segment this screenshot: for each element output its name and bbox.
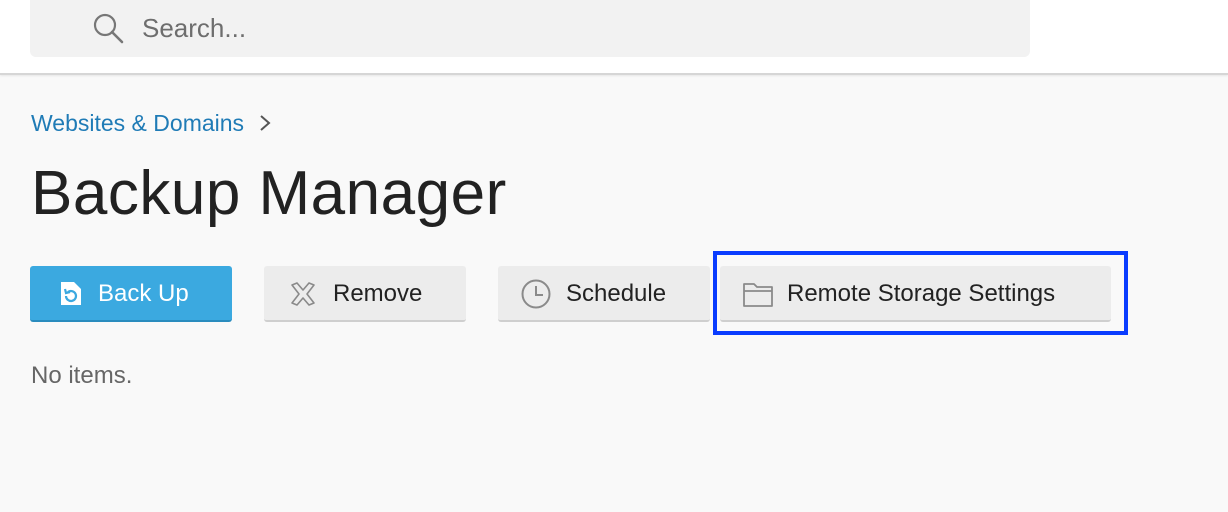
schedule-button[interactable]: Schedule bbox=[498, 266, 710, 322]
search-box[interactable] bbox=[30, 0, 1030, 57]
close-icon bbox=[291, 282, 315, 306]
remove-label: Remove bbox=[333, 280, 423, 307]
search-icon bbox=[93, 13, 124, 44]
empty-state-text: No items. bbox=[31, 362, 133, 389]
breadcrumb-websites-domains[interactable]: Websites & Domains bbox=[31, 110, 244, 137]
highlight-box bbox=[713, 251, 1128, 335]
breadcrumb: Websites & Domains bbox=[31, 108, 272, 138]
schedule-label: Schedule bbox=[566, 280, 667, 307]
back-up-button[interactable]: Back Up bbox=[30, 266, 232, 322]
back-up-label: Back Up bbox=[98, 280, 189, 307]
clock-icon bbox=[521, 279, 551, 309]
remove-button[interactable]: Remove bbox=[264, 266, 466, 322]
chevron-right-icon bbox=[260, 115, 271, 131]
search-input[interactable] bbox=[142, 8, 1002, 48]
backup-icon bbox=[61, 282, 81, 305]
top-bar bbox=[0, 0, 1228, 75]
page-title: Backup Manager bbox=[31, 159, 507, 228]
